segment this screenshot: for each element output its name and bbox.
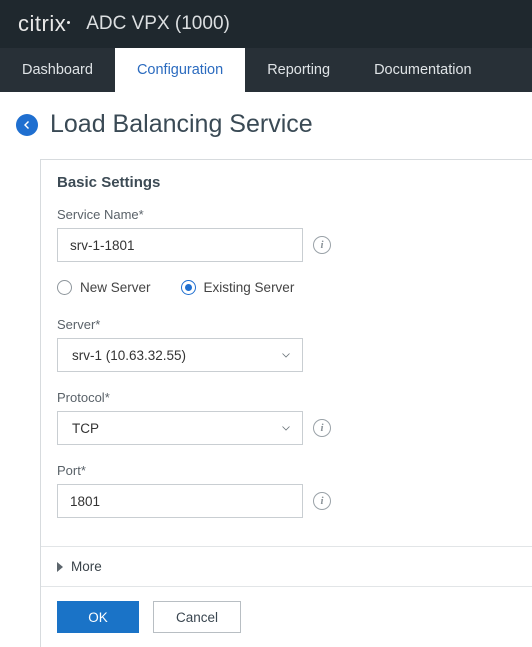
brand-product: ADC VPX (1000) (86, 13, 230, 35)
chevron-down-icon (280, 349, 292, 361)
service-name-label: Service Name* (57, 207, 516, 222)
server-select-value: srv-1 (10.63.32.55) (72, 348, 186, 363)
panel-title: Basic Settings (41, 160, 532, 207)
server-select[interactable]: srv-1 (10.63.32.55) (57, 338, 303, 372)
brand-dot (67, 21, 70, 24)
button-row: OK Cancel (41, 586, 532, 647)
page-body: Load Balancing Service Basic Settings Se… (0, 92, 532, 647)
protocol-label: Protocol* (57, 390, 516, 405)
protocol-select[interactable]: TCP (57, 411, 303, 445)
tab-reporting[interactable]: Reporting (245, 48, 352, 92)
back-button[interactable] (16, 114, 38, 136)
radio-existing-server-label: Existing Server (204, 280, 295, 295)
radio-circle-icon (181, 280, 196, 295)
server-mode-radios: New Server Existing Server (57, 280, 516, 295)
main-tabs: Dashboard Configuration Reporting Docume… (0, 48, 532, 92)
port-input[interactable] (57, 484, 303, 518)
protocol-select-value: TCP (72, 421, 99, 436)
form-body: Service Name* i New Server Existing Serv… (41, 207, 532, 546)
basic-settings-panel: Basic Settings Service Name* i New Serve… (40, 159, 532, 647)
radio-existing-server[interactable]: Existing Server (181, 280, 295, 295)
radio-circle-icon (57, 280, 72, 295)
page-header: Load Balancing Service (12, 110, 532, 139)
cancel-button[interactable]: Cancel (153, 601, 241, 633)
port-label: Port* (57, 463, 516, 478)
info-icon[interactable]: i (313, 492, 331, 510)
arrow-left-icon (21, 119, 33, 131)
service-name-input[interactable] (57, 228, 303, 262)
more-toggle[interactable]: More (41, 546, 532, 586)
top-bar: citrix ADC VPX (1000) (0, 0, 532, 48)
ok-button[interactable]: OK (57, 601, 139, 633)
radio-new-server-label: New Server (80, 280, 151, 295)
info-icon[interactable]: i (313, 419, 331, 437)
more-label: More (71, 559, 102, 574)
page-title: Load Balancing Service (50, 110, 313, 139)
info-icon[interactable]: i (313, 236, 331, 254)
tab-dashboard[interactable]: Dashboard (0, 48, 115, 92)
server-label: Server* (57, 317, 516, 332)
radio-new-server[interactable]: New Server (57, 280, 151, 295)
caret-right-icon (57, 562, 63, 572)
tab-configuration[interactable]: Configuration (115, 48, 245, 92)
brand-vendor: citrix (18, 11, 66, 37)
tab-documentation[interactable]: Documentation (352, 48, 494, 92)
chevron-down-icon (280, 422, 292, 434)
